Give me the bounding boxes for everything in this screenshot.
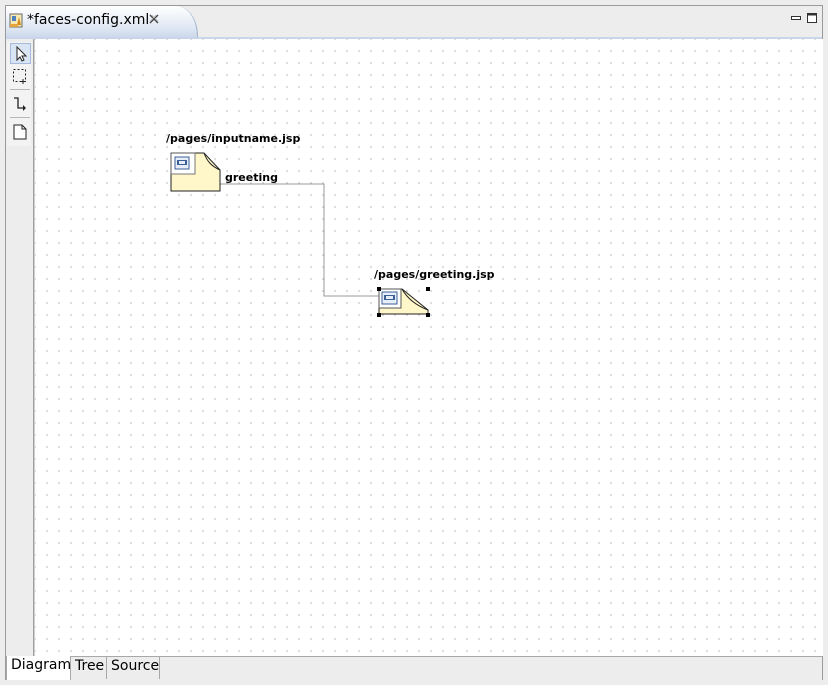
- palette: [6, 39, 34, 656]
- select-arrow-icon: [16, 46, 28, 62]
- navigation-case-connector[interactable]: [219, 183, 379, 297]
- palette-separator: [10, 117, 30, 118]
- page-label: /pages/inputname.jsp: [166, 132, 300, 145]
- page-icon: [13, 124, 27, 140]
- marquee-tool[interactable]: [10, 66, 31, 87]
- editor-frame: *faces-config.xml /pages/inputname.jsp g…: [5, 5, 823, 680]
- navigation-case-label[interactable]: greeting: [225, 171, 278, 184]
- connection-tool[interactable]: [10, 94, 31, 115]
- jsp-file-icon: [381, 291, 398, 305]
- maximize-icon[interactable]: [807, 13, 817, 23]
- page-label: /pages/greeting.jsp: [374, 268, 495, 281]
- page-tool[interactable]: [10, 122, 31, 143]
- tab-tree[interactable]: Tree: [71, 657, 107, 679]
- tab-diagram[interactable]: Diagram: [6, 656, 71, 680]
- navigation-diagram: /pages/inputname.jsp greeting /pages/gre…: [166, 132, 495, 317]
- editor-page-tabs: Diagram Tree Source: [6, 656, 822, 680]
- editor-tab-title: *faces-config.xml: [27, 12, 150, 28]
- close-icon[interactable]: [149, 14, 159, 24]
- faces-config-file-icon: [9, 13, 23, 28]
- palette-tools: [7, 42, 31, 146]
- minimize-icon[interactable]: [791, 13, 801, 23]
- select-tool[interactable]: [10, 43, 31, 64]
- connection-icon: [14, 97, 26, 111]
- tab-source[interactable]: Source: [107, 657, 160, 679]
- page-node[interactable]: [170, 152, 221, 192]
- editor-tab[interactable]: *faces-config.xml: [6, 6, 198, 38]
- editor-tab-bar: *faces-config.xml: [6, 6, 822, 38]
- palette-separator: [10, 89, 30, 90]
- marquee-icon: [13, 69, 26, 84]
- jsp-file-icon: [174, 156, 190, 170]
- page-node[interactable]: [378, 288, 429, 315]
- diagram-canvas[interactable]: /pages/inputname.jsp greeting /pages/gre…: [34, 39, 823, 656]
